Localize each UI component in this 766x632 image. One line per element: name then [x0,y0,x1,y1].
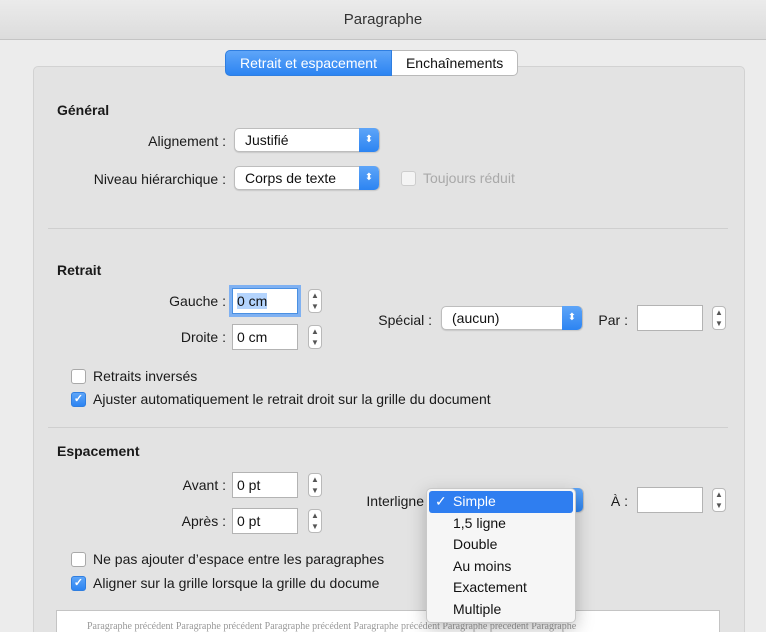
space-before-stepper[interactable]: ▲ ▼ [308,473,322,497]
spacing-heading: Espacement [57,443,140,459]
mirror-indents-label: Retraits inversés [93,368,198,384]
outline-level-value: Corps de texte [245,170,337,186]
at-label: À : [610,493,628,509]
mirror-indents-checkbox[interactable] [71,369,86,384]
no-space-label: Ne pas ajouter d’espace entre les paragr… [93,551,385,567]
right-indent-input[interactable]: 0 cm [232,324,298,350]
always-collapsed-label: Toujours réduit [423,170,515,186]
at-stepper[interactable]: ▲ ▼ [712,488,726,512]
menu-item-simple[interactable]: ✓ Simple [429,491,573,513]
popup-arrows-icon: ⬍ [562,306,582,330]
by-input[interactable] [637,305,703,331]
outline-level-label: Niveau hiérarchique : [93,171,226,187]
snap-grid-checkbox[interactable]: ✓ [71,576,86,591]
space-after-input[interactable]: 0 pt [232,508,298,534]
right-indent-stepper[interactable]: ▲ ▼ [308,325,322,349]
space-before-input[interactable]: 0 pt [232,472,298,498]
space-before-label: Avant : [182,477,226,493]
alignment-label: Alignement : [148,133,226,149]
alignment-value: Justifié [245,132,289,148]
by-stepper[interactable]: ▲ ▼ [712,306,726,330]
menu-item-one-half[interactable]: 1,5 ligne [427,513,575,535]
alignment-select[interactable]: Justifié ⬍ [234,128,380,152]
menu-item-double[interactable]: Double [427,534,575,556]
auto-adjust-label: Ajuster automatiquement le retrait droit… [93,391,491,407]
indent-heading: Retrait [57,262,102,278]
line-spacing-menu: ✓ Simple 1,5 ligne Double Au moins Exacte… [426,488,576,623]
menu-item-exactly[interactable]: Exactement [427,577,575,599]
special-value: (aucun) [452,310,500,326]
window-title: Paragraphe [0,0,766,40]
special-select[interactable]: (aucun) ⬍ [441,306,583,330]
tab-line-page-breaks[interactable]: Enchaînements [391,50,519,76]
no-space-checkbox[interactable] [71,552,86,567]
left-indent-label: Gauche : [169,293,226,309]
right-indent-label: Droite : [180,329,226,345]
divider [48,228,728,229]
special-label: Spécial : [378,312,432,328]
space-after-stepper[interactable]: ▲ ▼ [308,509,322,533]
outline-level-select[interactable]: Corps de texte ⬍ [234,166,380,190]
settings-panel [33,66,745,632]
left-indent-input[interactable]: 0 cm [232,288,298,314]
general-heading: Général [57,102,110,118]
auto-adjust-checkbox[interactable]: ✓ [71,392,86,407]
at-input[interactable] [637,487,703,513]
divider [48,427,728,428]
by-label: Par : [598,312,628,328]
left-indent-stepper[interactable]: ▲ ▼ [308,289,322,313]
checkmark-icon: ✓ [435,493,447,509]
menu-item-at-least[interactable]: Au moins [427,556,575,578]
tab-bar: Retrait et espacement Enchaînements [225,50,519,76]
space-after-label: Après : [181,513,226,529]
snap-grid-label: Aligner sur la grille lorsque la grille … [93,575,380,591]
tab-indent-spacing[interactable]: Retrait et espacement [225,50,392,76]
menu-item-multiple[interactable]: Multiple [427,599,575,621]
line-spacing-label: Interligne [366,493,424,509]
always-collapsed-checkbox[interactable] [401,171,416,186]
popup-arrows-icon: ⬍ [359,128,379,152]
popup-arrows-icon: ⬍ [359,166,379,190]
preview-text: Paragraphe précédent Paragraphe précéden… [87,621,577,632]
preview-box: Paragraphe précédent Paragraphe précéden… [56,610,720,632]
